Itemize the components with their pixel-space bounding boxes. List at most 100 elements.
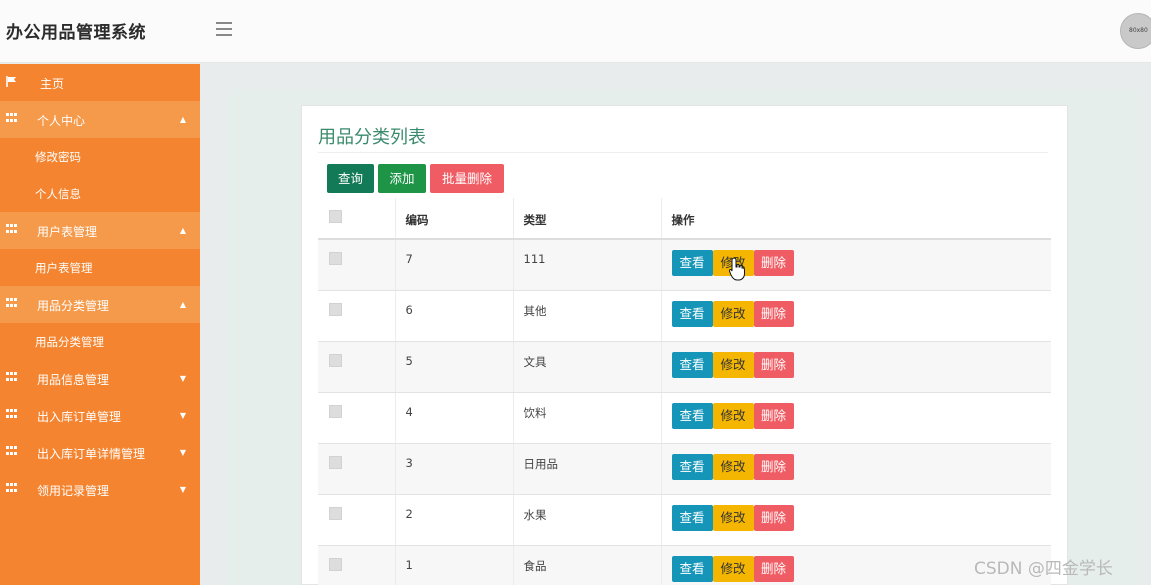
row-checkbox-cell (318, 392, 396, 444)
table-row: 7111查看修改删除 (318, 239, 1051, 291)
row-checkbox[interactable] (329, 557, 342, 571)
row-checkbox[interactable] (329, 455, 342, 469)
sidebar-item-label: 个人信息 (35, 186, 81, 201)
divider (318, 152, 1048, 153)
row-checkbox-cell (318, 290, 396, 342)
category-table: 编码 类型 操作 7111查看修改删除6其他查看修改删除5文具查看修改删除4饮料… (318, 198, 1051, 585)
sidebar-item-change-password[interactable]: 修改密码 (0, 138, 200, 175)
header-ops: 操作 (661, 198, 1051, 240)
flag-icon (6, 76, 16, 87)
cell-id: 1 (395, 545, 514, 585)
cell-type: 饮料 (513, 392, 662, 444)
row-checkbox[interactable] (329, 506, 342, 520)
delete-button[interactable]: 删除 (753, 351, 794, 378)
row-checkbox[interactable] (329, 404, 342, 418)
query-button[interactable]: 查询 (327, 164, 374, 193)
sidebar-item-label: 用品分类管理 (37, 299, 110, 313)
row-checkbox[interactable] (329, 252, 342, 265)
chevron-down-icon: ▼ (179, 485, 186, 494)
cell-actions: 查看修改删除 (661, 290, 1051, 342)
table-row: 6 其他 查看 修改 删除 (318, 290, 1051, 342)
header-id: 编码 (395, 198, 514, 240)
sidebar-group-personal-center[interactable]: 个人中心 ▲ (0, 101, 200, 138)
grid-icon (6, 224, 18, 235)
sidebar-item-label: 用户表管理 (37, 225, 98, 239)
avatar[interactable]: 80x80 (1120, 13, 1151, 49)
delete-button[interactable]: 删除 (753, 402, 794, 429)
row-checkbox[interactable] (329, 302, 342, 316)
grid-icon (6, 372, 18, 383)
row-checkbox[interactable] (329, 353, 342, 367)
cell-id: 7 (395, 239, 514, 291)
edit-button[interactable]: 修改 (712, 351, 754, 378)
select-all-checkbox[interactable] (329, 210, 342, 223)
sidebar-item-label: 用品信息管理 (37, 373, 110, 387)
sidebar-group-stock-orders[interactable]: 出入库订单管理 ▼ (0, 397, 200, 434)
edit-button[interactable]: 修改 (712, 504, 754, 531)
cell-type: 111 (513, 239, 662, 291)
sidebar-item-label: 领用记录管理 (37, 484, 110, 498)
chevron-down-icon: ▼ (179, 448, 186, 457)
top-bar: 办公用品管理系统 80x80 (0, 0, 1151, 63)
sidebar-item-home[interactable]: 主页 (0, 64, 200, 101)
delete-button[interactable]: 删除 (753, 300, 794, 327)
grid-icon (6, 113, 18, 124)
sidebar-group-usage-records[interactable]: 领用记录管理 ▼ (0, 471, 200, 508)
grid-icon (6, 409, 18, 420)
view-button[interactable]: 查看 (671, 250, 713, 276)
batch-delete-button[interactable]: 批量删除 (430, 164, 504, 193)
sidebar-group-category[interactable]: 用品分类管理 ▲ (0, 286, 200, 323)
cell-actions: 查看修改删除 (661, 494, 1051, 546)
delete-button[interactable]: 删除 (753, 555, 794, 582)
cell-id: 6 (395, 290, 514, 342)
sidebar-item-personal-info[interactable]: 个人信息 (0, 175, 200, 212)
table-row: 2 水果 查看 修改 删除 (318, 494, 1051, 546)
view-button[interactable]: 查看 (671, 402, 713, 429)
menu-toggle-icon[interactable] (216, 22, 232, 36)
row-checkbox-cell (318, 239, 396, 291)
view-button[interactable]: 查看 (671, 555, 713, 582)
chevron-up-icon: ▲ (179, 226, 186, 235)
edit-button[interactable]: 修改 (712, 402, 754, 429)
delete-button[interactable]: 删除 (753, 453, 794, 480)
row-checkbox-cell (318, 545, 396, 585)
category-list-panel: 用品分类列表 查询 添加 批量删除 编码 类型 操作 7111查看修改删除6其他… (301, 105, 1068, 585)
cell-id: 5 (395, 341, 514, 393)
cell-actions: 查看修改删除 (661, 341, 1051, 393)
delete-button[interactable]: 删除 (753, 504, 794, 531)
cell-id: 4 (395, 392, 514, 444)
view-button[interactable]: 查看 (671, 504, 713, 531)
chevron-down-icon: ▼ (179, 374, 186, 383)
cell-id: 2 (395, 494, 514, 546)
table-row: 1 食品 查看 修改 删除 (318, 545, 1051, 585)
view-button[interactable]: 查看 (671, 453, 713, 480)
add-button[interactable]: 添加 (378, 164, 426, 193)
header-type: 类型 (513, 198, 662, 240)
cell-id: 3 (395, 443, 514, 495)
cell-actions: 查看修改删除 (661, 392, 1051, 444)
view-button[interactable]: 查看 (671, 351, 713, 378)
sidebar-group-user-table[interactable]: 用户表管理 ▲ (0, 212, 200, 249)
table-row: 3 日用品 查看 修改 删除 (318, 443, 1051, 495)
cell-type: 日用品 (513, 443, 662, 495)
edit-button[interactable]: 修改 (712, 555, 754, 582)
table-row: 5 文具 查看 修改 删除 (318, 341, 1051, 393)
sidebar-item-user-table[interactable]: 用户表管理 (0, 249, 200, 286)
sidebar-group-order-details[interactable]: 出入库订单详情管理 ▼ (0, 434, 200, 471)
watermark: CSDN @四金学长 (974, 559, 1113, 579)
grid-icon (6, 483, 18, 494)
sidebar-item-category[interactable]: 用品分类管理 (0, 323, 200, 360)
page-title: 用品分类列表 (318, 127, 426, 148)
edit-button[interactable]: 修改 (712, 453, 754, 480)
app-title: 办公用品管理系统 (6, 23, 146, 43)
grid-icon (6, 446, 18, 457)
view-button[interactable]: 查看 (671, 300, 713, 327)
sidebar: 主页 个人中心 ▲ 修改密码 个人信息 用户表管理 ▲ 用户表管理 用品分类管理… (0, 64, 200, 585)
sidebar-group-supply-info[interactable]: 用品信息管理 ▼ (0, 360, 200, 397)
edit-button[interactable]: 修改 (712, 300, 754, 327)
row-checkbox-cell (318, 443, 396, 495)
delete-button[interactable]: 删除 (753, 250, 794, 276)
header-checkbox-cell (318, 198, 396, 240)
chevron-down-icon: ▼ (179, 411, 186, 420)
sidebar-item-label: 用品分类管理 (35, 334, 104, 349)
